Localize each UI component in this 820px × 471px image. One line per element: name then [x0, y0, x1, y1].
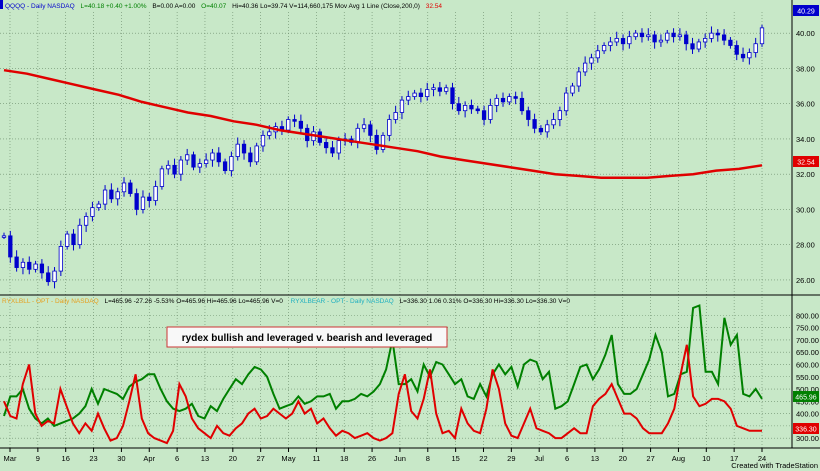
- svg-text:40.29: 40.29: [797, 9, 815, 16]
- price-tick-label: 32.00: [796, 170, 815, 179]
- candle: [159, 165, 165, 190]
- date-tick-label: 15: [451, 454, 459, 463]
- candle: [191, 151, 196, 171]
- date-tick-label: 23: [89, 454, 97, 463]
- open-label: O=40.07: [201, 3, 227, 10]
- date-tick-label: 27: [256, 454, 264, 463]
- date-tick-label: Mar: [4, 454, 17, 463]
- date-tick-label: 18: [340, 454, 348, 463]
- date-tick-label: 22: [479, 454, 487, 463]
- date-tick-label: 13: [591, 454, 599, 463]
- indicator-tick-label: 400.00: [796, 410, 819, 419]
- svg-text:QQQQ - Daily NASDAQ L=4: QQQQ - Daily NASDAQ L=40.18 +0.40 +1.00%…: [5, 3, 442, 10]
- bull-symbol-label: RYXLBLL - OPT - Daily NASDAQ: [2, 298, 99, 305]
- price-tick-label: 40.00: [796, 29, 815, 38]
- credit-text: Created with TradeStation: [731, 461, 818, 470]
- svg-text:32.54: 32.54: [797, 160, 815, 167]
- bear-symbol-label: RYXLBEAR - OPT - Daily NASDAQ: [291, 298, 394, 305]
- date-tick-label: 9: [36, 454, 40, 463]
- candle: [759, 24, 765, 47]
- symbol-label: QQQQ - Daily NASDAQ: [5, 3, 75, 10]
- date-tick-label: Apr: [143, 454, 155, 463]
- date-tick-label: 20: [619, 454, 627, 463]
- date-tick-label: Jul: [534, 454, 544, 463]
- hilo-label: Hi=40.36 Lo=39.74 V=114,660,175 Mov Avg …: [232, 3, 420, 10]
- moving-average-tag: 32.54: [793, 156, 819, 167]
- last-price-tag: 40.29: [793, 5, 819, 16]
- date-tick-label: May: [281, 454, 295, 463]
- bid-ask-label: B=0.00 A=0.00: [152, 3, 195, 10]
- date-tick-label: 11: [312, 454, 320, 463]
- price-tick-label: 30.00: [796, 205, 815, 214]
- date-tick-label: 10: [702, 454, 710, 463]
- price-tick-label: 34.00: [796, 135, 815, 144]
- price-tick-label: 38.00: [796, 64, 815, 73]
- indicator-tick-label: 600.00: [796, 360, 819, 369]
- bullish-last-tag: 465.96: [793, 391, 819, 402]
- date-tick-label: Jun: [394, 454, 406, 463]
- candle: [380, 132, 386, 153]
- date-tick-label: 6: [565, 454, 569, 463]
- date-tick-label: 20: [229, 454, 237, 463]
- indicator-tick-label: 650.00: [796, 348, 819, 357]
- indicator-tick-label: 800.00: [796, 311, 819, 320]
- annotation-text: rydex bullish and leveraged v. bearish a…: [182, 333, 432, 344]
- chart-canvas: 26.00 28.00 30.00 32.00 34.00 36.00 38.00 40.00…: [0, 0, 820, 471]
- date-tick-label: 29: [507, 454, 515, 463]
- date-tick-label: 30: [117, 454, 125, 463]
- indicator-tick-label: 700.00: [796, 336, 819, 345]
- annotation-box: rydex bullish and leveraged v. bearish a…: [166, 326, 448, 348]
- symbol-marker: [0, 0, 3, 9]
- date-tick-label: 13: [201, 454, 209, 463]
- price-tick-label: 36.00: [796, 100, 815, 109]
- svg-text:336.30: 336.30: [795, 427, 817, 434]
- bear-stats-label: L=336.30 1.06 0.31% O=336.30 Hi=336.30 L…: [400, 298, 571, 305]
- date-tick-label: 26: [368, 454, 376, 463]
- indicator-tick-label: 300.00: [796, 434, 819, 443]
- price-tick-label: 26.00: [796, 276, 815, 285]
- date-tick-label: 27: [646, 454, 654, 463]
- bull-stats-label: L=465.96 -27.26 -5.53% O=465.96 Hi=465.9…: [105, 298, 284, 305]
- indicator-tick-label: 750.00: [796, 324, 819, 333]
- price-tick-label: 28.00: [796, 241, 815, 250]
- candle: [65, 230, 70, 250]
- indicator-tick-label: 550.00: [796, 373, 819, 382]
- svg-text:465.96: 465.96: [795, 395, 817, 402]
- candle: [254, 142, 259, 165]
- date-tick-label: 6: [175, 454, 179, 463]
- date-tick-label: Aug: [672, 454, 685, 463]
- date-tick-label: 8: [426, 454, 430, 463]
- ma-value-label: 32.54: [426, 3, 443, 10]
- quote-label: L=40.18 +0.40 +1.00%: [81, 3, 147, 10]
- bearish-last-tag: 336.30: [793, 423, 819, 434]
- date-tick-label: 16: [62, 454, 70, 463]
